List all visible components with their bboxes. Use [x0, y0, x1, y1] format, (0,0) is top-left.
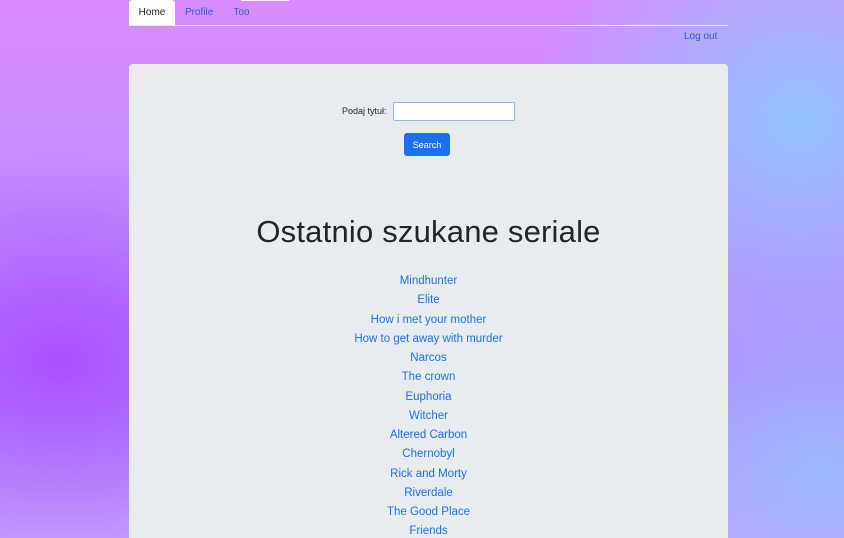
- series-link[interactable]: The crown: [402, 371, 456, 383]
- nav-tabs: Home Profile Too: [129, 0, 728, 26]
- search-input[interactable]: [393, 102, 515, 121]
- page-title: Ostatnio szukane seriale: [256, 214, 601, 249]
- list-item: Elite: [129, 291, 728, 310]
- recent-series-list: Mindhunter Elite How i met your mother H…: [129, 272, 728, 538]
- series-link[interactable]: Elite: [417, 294, 439, 306]
- series-link[interactable]: Euphoria: [405, 391, 451, 403]
- tab-too[interactable]: Too: [223, 0, 259, 25]
- series-link[interactable]: How i met your mother: [371, 314, 487, 326]
- list-item: Mindhunter: [129, 272, 728, 291]
- series-link[interactable]: Rick and Morty: [390, 468, 467, 480]
- list-item: Narcos: [129, 349, 728, 368]
- series-link[interactable]: How to get away with murder: [354, 333, 502, 345]
- logout-link[interactable]: Log out: [684, 31, 717, 42]
- series-link[interactable]: The Good Place: [387, 506, 470, 518]
- series-link[interactable]: Chernobyl: [402, 448, 454, 460]
- series-link[interactable]: Friends: [409, 525, 447, 537]
- list-item: Euphoria: [129, 388, 728, 407]
- list-item: Friends: [129, 522, 728, 538]
- tab-home[interactable]: Home: [129, 0, 175, 25]
- search-button[interactable]: Search: [404, 133, 450, 156]
- list-item: The crown: [129, 368, 728, 387]
- list-item: Witcher: [129, 407, 728, 426]
- search-form: Podaj tytuł:: [129, 102, 728, 122]
- series-link[interactable]: Narcos: [410, 352, 446, 364]
- tab-profile[interactable]: Profile: [175, 0, 223, 25]
- main-panel: Podaj tytuł: Search Ostatnio szukane ser…: [129, 64, 728, 538]
- list-item: The Good Place: [129, 503, 728, 522]
- series-link[interactable]: Riverdale: [404, 487, 453, 499]
- list-item: Rick and Morty: [129, 465, 728, 484]
- series-link[interactable]: Altered Carbon: [390, 429, 467, 441]
- search-label: Podaj tytuł:: [342, 106, 387, 116]
- list-item: Altered Carbon: [129, 426, 728, 445]
- tab-accent-line: [241, 0, 289, 1]
- list-item: Riverdale: [129, 484, 728, 503]
- series-link[interactable]: Witcher: [409, 410, 448, 422]
- list-item: How i met your mother: [129, 311, 728, 330]
- series-link[interactable]: Mindhunter: [400, 275, 458, 287]
- list-item: Chernobyl: [129, 445, 728, 464]
- list-item: How to get away with murder: [129, 330, 728, 349]
